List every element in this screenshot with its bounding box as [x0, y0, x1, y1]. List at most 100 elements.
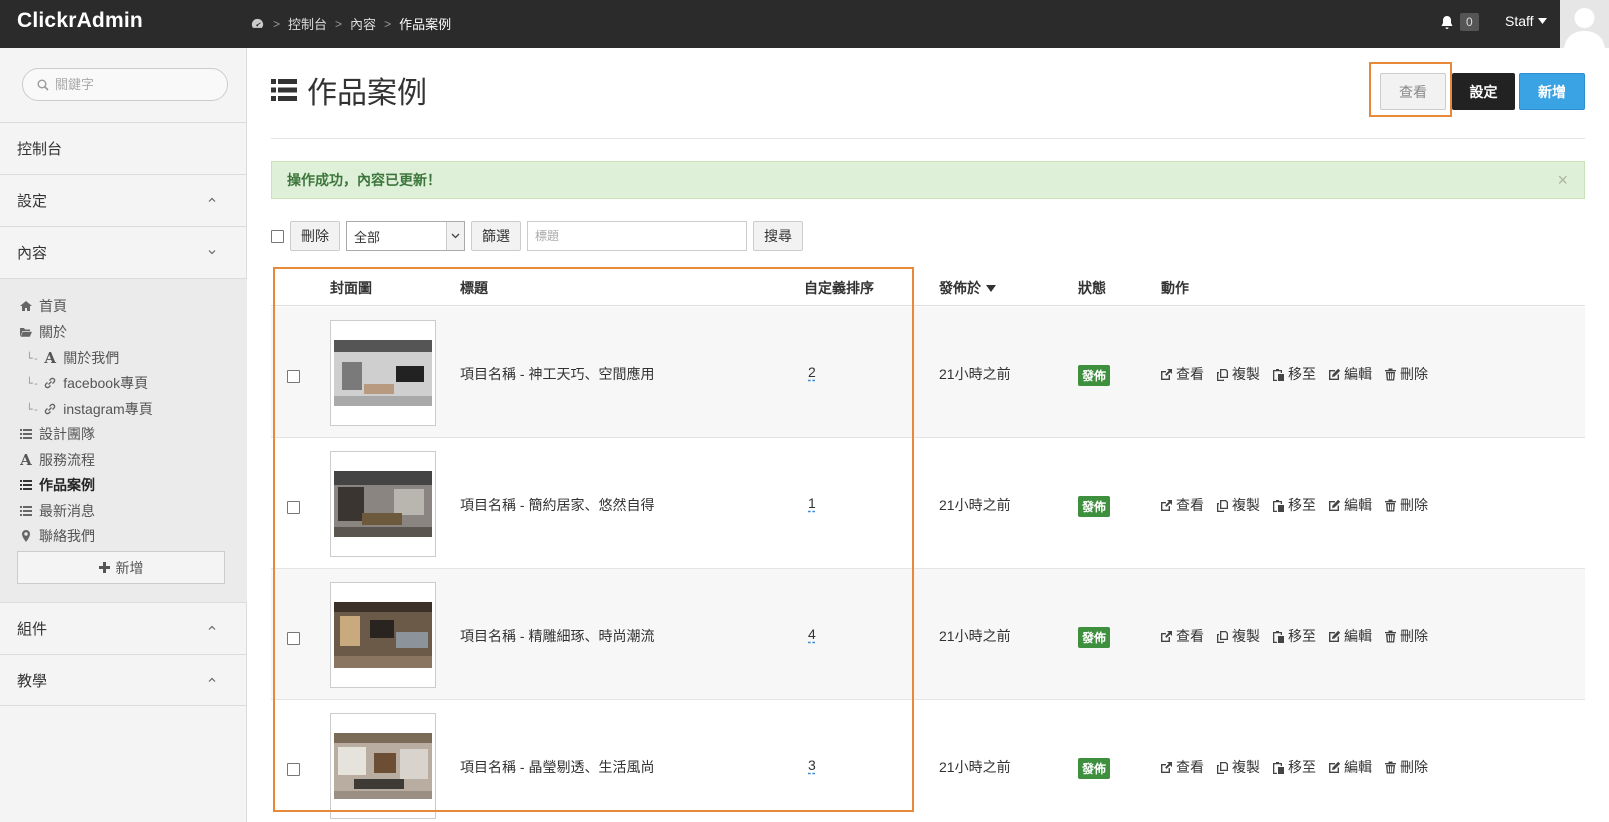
- cover-thumbnail[interactable]: [330, 451, 436, 557]
- table-row: 項目名稱 - 神工天巧、空間應用 2 21小時之前 發佈 查看 複製 移至 編輯…: [271, 307, 1585, 438]
- sidebar-item-design-team[interactable]: 設計團隊: [19, 424, 95, 444]
- page-title: 作品案例: [271, 68, 427, 112]
- copy-action[interactable]: 複製: [1216, 495, 1260, 515]
- move-action[interactable]: 移至: [1272, 495, 1316, 515]
- action-label: 移至: [1288, 497, 1316, 513]
- delete-action[interactable]: 刪除: [1384, 626, 1428, 646]
- external-link-icon: [1161, 368, 1172, 380]
- avatar[interactable]: [1560, 0, 1609, 48]
- alert-message: 操作成功，內容已更新！: [287, 172, 441, 188]
- row-checkbox[interactable]: [287, 501, 300, 514]
- sidebar-item-facebook[interactable]: └- facebook專頁: [26, 373, 148, 393]
- sidebar-item-dashboard[interactable]: 控制台: [0, 122, 247, 174]
- user-menu[interactable]: Staff: [1505, 13, 1547, 29]
- sidebar-item-home[interactable]: 首頁: [19, 296, 67, 316]
- search-button[interactable]: 搜尋: [753, 221, 803, 251]
- text-icon: A: [20, 451, 32, 469]
- copy-action[interactable]: 複製: [1216, 757, 1260, 777]
- sidebar-section-tutorial[interactable]: 教學: [0, 654, 247, 706]
- sidebar-search-input[interactable]: [55, 77, 215, 92]
- sidebar-item-label: 教學: [17, 672, 48, 690]
- success-alert: 操作成功，內容已更新！ ×: [271, 161, 1585, 199]
- highlight-box-view: [1369, 62, 1452, 117]
- copy-action[interactable]: 複製: [1216, 364, 1260, 384]
- settings-button[interactable]: 設定: [1452, 73, 1515, 110]
- caret-down-icon: [1537, 18, 1547, 24]
- sidebar-item-about-us[interactable]: └- A 關於我們: [26, 348, 119, 368]
- move-action[interactable]: 移至: [1272, 364, 1316, 384]
- sidebar-item-news[interactable]: 最新消息: [19, 501, 95, 521]
- row-title: 項目名稱 - 神工天巧、空間應用: [460, 366, 655, 382]
- list-icon: [20, 480, 32, 490]
- copy-action[interactable]: 複製: [1216, 626, 1260, 646]
- delete-action[interactable]: 刪除: [1384, 364, 1428, 384]
- row-order[interactable]: 4: [808, 626, 816, 642]
- column-header-title[interactable]: 標題: [460, 278, 488, 298]
- sidebar-item-about[interactable]: 關於: [19, 322, 67, 342]
- sidebar-item-label: 組件: [17, 621, 48, 638]
- edit-action[interactable]: 編輯: [1328, 626, 1372, 646]
- view-action[interactable]: 查看: [1160, 626, 1204, 646]
- cover-image: [334, 471, 432, 537]
- close-icon[interactable]: ×: [1557, 170, 1568, 191]
- sidebar-item-label: 作品案例: [39, 477, 95, 493]
- sidebar-add-button[interactable]: 新增: [17, 551, 225, 584]
- sidebar-item-portfolio[interactable]: 作品案例: [19, 475, 95, 495]
- row-order[interactable]: 3: [808, 757, 816, 773]
- chevron-up-icon: [208, 197, 216, 202]
- sidebar-item-label: 設定: [17, 193, 48, 210]
- cover-thumbnail[interactable]: [330, 582, 436, 688]
- cover-thumbnail[interactable]: [330, 320, 436, 426]
- view-action[interactable]: 查看: [1160, 364, 1204, 384]
- edit-action[interactable]: 編輯: [1328, 364, 1372, 384]
- select-all-checkbox[interactable]: [271, 229, 284, 243]
- chevron-down-icon: [208, 250, 216, 255]
- delete-action[interactable]: 刪除: [1384, 757, 1428, 777]
- row-checkbox[interactable]: [287, 370, 300, 383]
- bulk-delete-button[interactable]: 刪除: [290, 221, 340, 251]
- breadcrumb-separator: >: [384, 16, 392, 31]
- sidebar-section-settings[interactable]: 設定: [0, 174, 247, 226]
- filter-button[interactable]: 篩選: [471, 221, 521, 251]
- filter-select[interactable]: 全部: [346, 221, 465, 251]
- sidebar-item-service-process[interactable]: A 服務流程: [19, 450, 95, 470]
- action-label: 查看: [1176, 366, 1204, 382]
- sidebar-section-content[interactable]: 內容: [0, 226, 247, 278]
- action-label: 複製: [1232, 628, 1260, 644]
- breadcrumb-item-dashboard[interactable]: 控制台: [288, 14, 327, 33]
- sidebar-item-contact[interactable]: 聯絡我們: [19, 526, 95, 546]
- column-header-order[interactable]: 自定義排序: [804, 278, 874, 298]
- action-label: 刪除: [1400, 759, 1428, 775]
- delete-action[interactable]: 刪除: [1384, 495, 1428, 515]
- new-button[interactable]: 新增: [1519, 73, 1585, 110]
- row-checkbox[interactable]: [287, 763, 300, 776]
- brand-logo[interactable]: ClickrAdmin: [17, 9, 143, 33]
- column-header-published[interactable]: 發佈於: [939, 278, 996, 298]
- trash-icon: [1385, 499, 1396, 511]
- cover-thumbnail[interactable]: [330, 713, 436, 819]
- copy-icon: [1217, 761, 1228, 774]
- sidebar-item-instagram[interactable]: └- instagram專頁: [26, 399, 153, 419]
- dashboard-icon[interactable]: [250, 16, 265, 31]
- edit-action[interactable]: 編輯: [1328, 495, 1372, 515]
- link-icon: [45, 377, 56, 389]
- row-order[interactable]: 1: [808, 495, 816, 511]
- notifications-button[interactable]: 0: [1440, 13, 1479, 31]
- paste-icon: [1273, 499, 1284, 512]
- sidebar-section-components[interactable]: 組件: [0, 602, 247, 654]
- row-title: 項目名稱 - 精雕細琢、時尚潮流: [460, 628, 655, 644]
- breadcrumb-item-content[interactable]: 內容: [350, 14, 376, 33]
- row-actions: 查看 複製 移至 編輯 刪除: [1160, 626, 1428, 646]
- row-order[interactable]: 2: [808, 364, 816, 380]
- column-header-status[interactable]: 狀態: [1078, 278, 1106, 298]
- action-label: 複製: [1232, 366, 1260, 382]
- row-checkbox[interactable]: [287, 632, 300, 645]
- view-action[interactable]: 查看: [1160, 495, 1204, 515]
- move-action[interactable]: 移至: [1272, 626, 1316, 646]
- edit-action[interactable]: 編輯: [1328, 757, 1372, 777]
- breadcrumb-item-current: 作品案例: [399, 17, 452, 32]
- view-action[interactable]: 查看: [1160, 757, 1204, 777]
- move-action[interactable]: 移至: [1272, 757, 1316, 777]
- breadcrumb-separator: >: [335, 16, 343, 31]
- title-search-input[interactable]: [527, 221, 747, 251]
